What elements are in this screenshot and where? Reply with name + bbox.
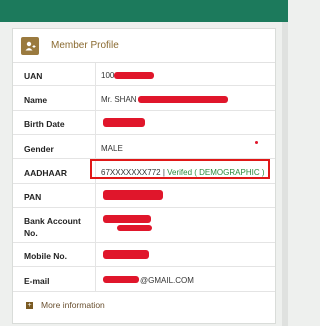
row-divider bbox=[95, 208, 96, 242]
redaction-mark bbox=[103, 276, 139, 283]
row-label: E-mail bbox=[24, 276, 50, 286]
scrollbar[interactable] bbox=[282, 22, 288, 326]
row-label: Birth Date bbox=[24, 119, 65, 129]
profile-row-uan: UAN 100 bbox=[13, 63, 275, 86]
row-label: AADHAAR bbox=[24, 168, 67, 178]
row-label: Name bbox=[24, 95, 48, 105]
row-label: UAN bbox=[24, 71, 43, 81]
row-value: @GMAIL.COM bbox=[140, 276, 194, 285]
row-label: Mobile No. bbox=[24, 251, 67, 261]
row-divider bbox=[95, 111, 96, 134]
profile-row-mobile: Mobile No. bbox=[13, 243, 275, 267]
member-profile-panel: Member Profile UAN 100 Name Mr. SHAN Bir… bbox=[12, 28, 276, 324]
row-divider bbox=[95, 86, 96, 110]
row-divider bbox=[95, 63, 96, 85]
row-value: MALE bbox=[101, 144, 123, 153]
profile-row-email: E-mail @GMAIL.COM bbox=[13, 267, 275, 292]
row-divider bbox=[95, 267, 96, 291]
profile-row-bank-account: Bank Account No. bbox=[13, 208, 275, 243]
user-card-icon bbox=[21, 36, 39, 55]
redaction-mark bbox=[103, 118, 145, 127]
panel-title: Member Profile bbox=[51, 40, 119, 51]
more-information-label: More information bbox=[41, 300, 105, 310]
row-value: Mr. SHAN bbox=[101, 95, 137, 104]
top-bar bbox=[0, 0, 288, 22]
profile-row-name: Name Mr. SHAN bbox=[13, 86, 275, 111]
row-divider bbox=[95, 135, 96, 158]
redaction-mark bbox=[114, 72, 154, 79]
row-divider bbox=[95, 243, 96, 266]
row-label: Gender bbox=[24, 144, 54, 154]
row-divider bbox=[95, 184, 96, 207]
redaction-mark bbox=[103, 215, 151, 223]
profile-row-pan: PAN bbox=[13, 184, 275, 208]
row-label: PAN bbox=[24, 192, 42, 202]
profile-row-gender: Gender MALE bbox=[13, 135, 275, 159]
redaction-dot bbox=[255, 141, 258, 144]
redaction-mark bbox=[138, 96, 228, 103]
panel-header: Member Profile bbox=[13, 29, 275, 63]
more-information-link[interactable]: + More information bbox=[26, 300, 105, 310]
redaction-mark bbox=[117, 225, 152, 231]
row-label: Bank Account No. bbox=[24, 216, 81, 238]
row-value: 100 bbox=[101, 71, 115, 80]
aadhaar-highlight-box bbox=[90, 159, 270, 179]
redaction-mark bbox=[103, 250, 149, 259]
redaction-mark bbox=[103, 190, 163, 200]
plus-icon: + bbox=[26, 301, 33, 309]
profile-row-birth-date: Birth Date bbox=[13, 111, 275, 135]
